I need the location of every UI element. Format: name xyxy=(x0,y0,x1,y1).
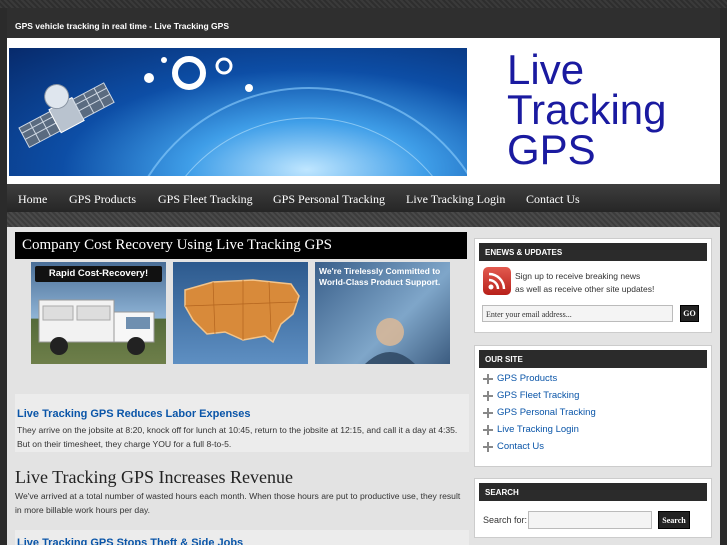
enews-text-line-2: as well as receive other site updates! xyxy=(515,284,655,294)
post-excerpt: They arrive on the jobsite at 8:20, knoc… xyxy=(17,425,458,449)
feature-title: Company Cost Recovery Using Live Trackin… xyxy=(15,232,467,259)
link-label: Contact Us xyxy=(497,441,544,452)
feature-thumb-us-map[interactable] xyxy=(173,262,308,364)
search-label: Search for: xyxy=(483,515,528,525)
sidebar-enews-heading: ENEWS & UPDATES xyxy=(479,243,707,261)
oursite-link-gps-products[interactable]: GPS Products xyxy=(475,373,711,390)
logo-line-1: Live xyxy=(507,46,585,93)
nav-divider-texture xyxy=(7,212,720,227)
oursite-link-gps-fleet-tracking[interactable]: GPS Fleet Tracking xyxy=(475,390,711,407)
enews-description: Sign up to receive breaking news as well… xyxy=(515,270,654,296)
post-increases-revenue: Live Tracking GPS Increases Revenue We'v… xyxy=(15,458,469,520)
header: Live Tracking GPS xyxy=(7,38,720,184)
email-input[interactable]: Enter your email address... xyxy=(482,305,673,322)
post-title[interactable]: Live Tracking GPS Reduces Labor Expenses xyxy=(17,408,251,420)
truck-icon xyxy=(38,299,155,355)
nav-item-gps-fleet-tracking[interactable]: GPS Fleet Tracking xyxy=(158,192,253,207)
nav-item-live-tracking-login[interactable]: Live Tracking Login xyxy=(406,192,505,207)
feature-thumb-cost-recovery[interactable]: Rapid Cost-Recovery! xyxy=(31,262,166,364)
post-labor-expenses: Live Tracking GPS Reduces Labor Expenses… xyxy=(15,394,469,452)
logo-line-2: Tracking xyxy=(507,86,667,133)
post-excerpt: We've arrived at a total number of waste… xyxy=(15,491,461,515)
logo-line-3: GPS xyxy=(507,126,596,173)
site-logo[interactable]: Live Tracking GPS xyxy=(507,46,667,173)
link-label: GPS Fleet Tracking xyxy=(497,390,580,401)
plus-icon xyxy=(483,374,493,384)
main-navigation: Home GPS Products GPS Fleet Tracking GPS… xyxy=(7,184,720,212)
link-label: Live Tracking Login xyxy=(497,424,579,435)
oursite-link-live-tracking-login[interactable]: Live Tracking Login xyxy=(475,424,711,441)
rss-glyph xyxy=(488,272,506,290)
go-button[interactable]: GO xyxy=(680,305,699,322)
sidebar-search-heading: SEARCH xyxy=(479,483,707,501)
satellite-globe-illustration xyxy=(18,56,467,176)
oursite-link-contact-us[interactable]: Contact Us xyxy=(475,441,711,458)
sidebar-oursite-box: OUR SITE GPS Products GPS Fleet Tracking… xyxy=(474,345,712,467)
nav-item-contact-us[interactable]: Contact Us xyxy=(526,192,580,207)
sidebar-search-box: SEARCH Search for: Search xyxy=(474,478,712,538)
sidebar-oursite-heading: OUR SITE xyxy=(479,350,707,368)
plus-icon xyxy=(483,408,493,418)
search-input[interactable] xyxy=(528,511,652,529)
post-stops-theft: Live Tracking GPS Stops Theft & Side Job… xyxy=(15,530,469,545)
feature-thumb-product-support[interactable]: We're Tirelessly Committed to World-Clas… xyxy=(315,262,450,364)
rss-icon[interactable] xyxy=(483,267,511,295)
link-label: GPS Products xyxy=(497,373,558,384)
main-area: Company Cost Recovery Using Live Trackin… xyxy=(7,227,720,545)
us-map-icon xyxy=(184,279,300,344)
plus-icon xyxy=(483,425,493,435)
support-person-icon xyxy=(365,318,415,364)
nav-item-gps-personal-tracking[interactable]: GPS Personal Tracking xyxy=(273,192,385,207)
site-title[interactable]: GPS vehicle tracking in real time - Live… xyxy=(7,8,720,38)
post-title[interactable]: Live Tracking GPS Increases Revenue xyxy=(15,467,293,488)
header-banner-image[interactable] xyxy=(9,48,467,176)
search-button[interactable]: Search xyxy=(658,511,690,529)
post-title[interactable]: Live Tracking GPS Stops Theft & Side Job… xyxy=(17,537,243,545)
plus-icon xyxy=(483,391,493,401)
oursite-link-list: GPS Products GPS Fleet Tracking GPS Pers… xyxy=(475,373,711,458)
sidebar-enews-box: ENEWS & UPDATES Sign up to receive break… xyxy=(474,238,712,333)
enews-text-line-1: Sign up to receive breaking news xyxy=(515,271,641,281)
nav-item-home[interactable]: Home xyxy=(18,192,47,207)
nav-item-gps-products[interactable]: GPS Products xyxy=(69,192,136,207)
oursite-link-gps-personal-tracking[interactable]: GPS Personal Tracking xyxy=(475,407,711,424)
link-label: GPS Personal Tracking xyxy=(497,407,596,418)
top-texture xyxy=(0,0,727,8)
plus-icon xyxy=(483,442,493,452)
page-wrapper: GPS vehicle tracking in real time - Live… xyxy=(7,8,720,545)
